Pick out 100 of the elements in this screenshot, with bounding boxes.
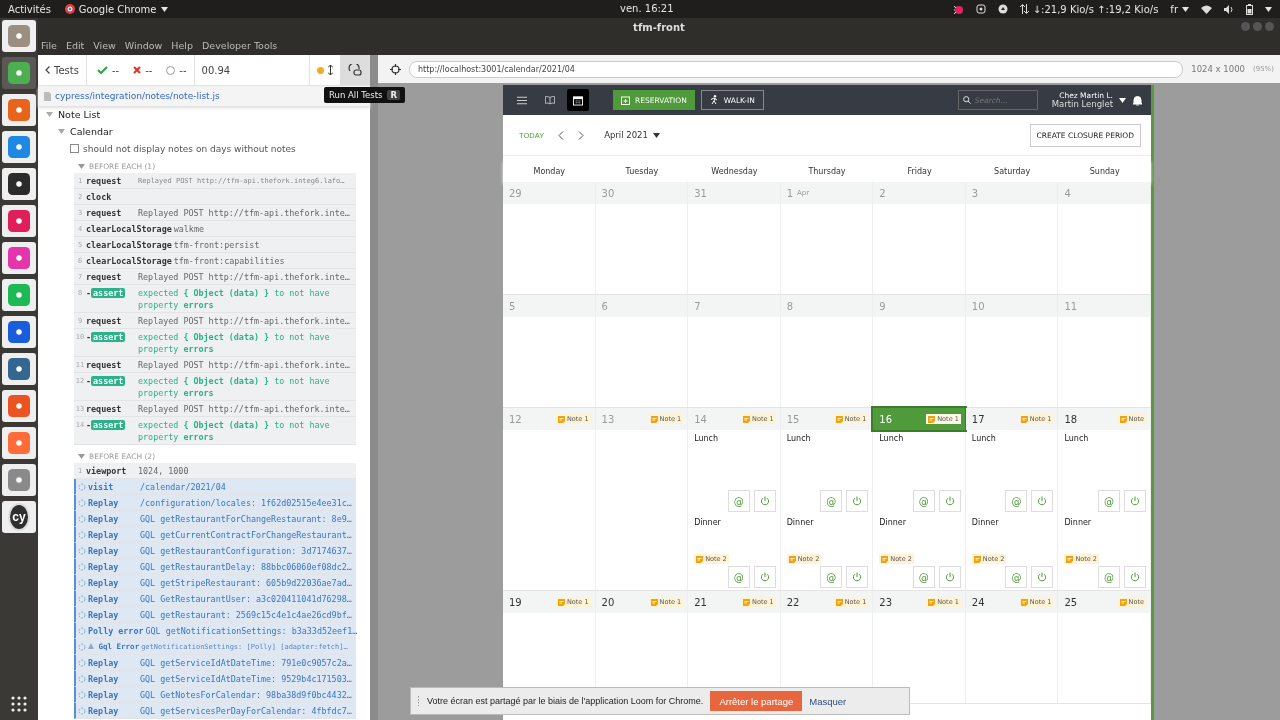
- bell-icon[interactable]: [1132, 94, 1143, 106]
- auto-scroll-icon[interactable]: [328, 65, 333, 75]
- command-row[interactable]: Replay GQL getRestaurant: 2569c15c4e1c4ae26cd9bf…: [74, 607, 356, 623]
- command-message: GQL getRestaurantDelay: 88bbc06060ef08dc2…: [140, 561, 353, 573]
- command-row[interactable]: Replay /configuration/locales: 1f62d02515e4ee31c…: [74, 495, 356, 511]
- power-button[interactable]: [938, 566, 961, 588]
- expand-caret-icon[interactable]: [58, 129, 65, 134]
- command-row[interactable]: Replay GQL getServicesPerDayForCalendar: 4fbfdc7…: [74, 703, 356, 719]
- bug-icon[interactable]: [952, 3, 964, 15]
- network-speed[interactable]: ↓:21,9 Kio/s ↑:19,2 Kio/s: [1032, 3, 1159, 15]
- command-row[interactable]: Replay GQL GetNotesForCalendar: 98ba38d9f0bc4432…: [74, 687, 356, 703]
- command-row[interactable]: Replay GQL getCurrentContractForChangeRestaurant…: [74, 527, 356, 543]
- selector-crosshair-icon[interactable]: [390, 63, 401, 75]
- command-row[interactable]: Replay GQL getServiceIdAtDateTime: 9529b4c171503…: [74, 671, 356, 687]
- command-row[interactable]: Replay GQL getRestaurantForChangeRestaurant: 8e9…: [74, 511, 356, 527]
- menu-item[interactable]: Window: [124, 40, 163, 51]
- power-button[interactable]: [1031, 566, 1054, 588]
- previous-button[interactable]: [558, 130, 565, 140]
- tooltip-text: Run All Tests: [329, 90, 383, 100]
- menu-item[interactable]: File: [41, 40, 57, 51]
- power-button[interactable]: [938, 490, 961, 512]
- run-all-button[interactable]: [340, 55, 370, 85]
- command-message: Replayed POST http://tfm-api.thefork.inte…: [138, 271, 351, 283]
- email-button[interactable]: @: [727, 566, 750, 588]
- tests-link[interactable]: Tests: [38, 55, 87, 85]
- view-button[interactable]: [567, 89, 589, 111]
- email-button[interactable]: @: [820, 566, 843, 588]
- chevron-left-icon: [558, 130, 565, 140]
- command-row[interactable]: Replay GQL getServiceIdAtDateTime: 791e0c9057c2a…: [74, 655, 356, 671]
- power-button[interactable]: [753, 490, 776, 512]
- power-button[interactable]: [846, 490, 869, 512]
- month-dropdown[interactable]: April 2021: [598, 129, 666, 141]
- square-icon[interactable]: [975, 4, 986, 14]
- spec-path-link[interactable]: cypress/integration/notes/note-list.js: [55, 91, 220, 101]
- back-chevron-icon: [45, 66, 50, 74]
- activities-button[interactable]: Activités: [8, 3, 51, 15]
- url-field[interactable]: http://localhost:3001/calendar/2021/04: [409, 60, 1184, 78]
- test-title[interactable]: should not display notes on days without notes: [83, 143, 296, 154]
- note-icon: [650, 598, 658, 606]
- command-message: tfm-front:capabilities: [173, 255, 286, 267]
- command-message: /calendar/2021/04: [140, 481, 227, 493]
- circle-icon[interactable]: [997, 4, 1008, 14]
- command-row[interactable]: visit /calendar/2021/04: [74, 479, 356, 495]
- app-menu[interactable]: Google Chrome: [64, 3, 168, 15]
- power-button[interactable]: [1124, 490, 1146, 512]
- email-button[interactable]: @: [1005, 490, 1028, 512]
- user-name[interactable]: Martin Lenglet: [1051, 100, 1113, 109]
- minimize-button[interactable]: [1241, 22, 1250, 31]
- caret-icon: [652, 132, 660, 138]
- email-button[interactable]: @: [1098, 490, 1120, 512]
- drag-handle-icon[interactable]: [417, 696, 420, 706]
- battery-icon[interactable]: [1246, 3, 1253, 15]
- command-row[interactable]: Replay GQL getStripeRestaurant: 605b9d22036ae7ad…: [74, 575, 356, 591]
- search-icon: [962, 96, 971, 104]
- command-row[interactable]: Replay GQL getRestaurantDelay: 88bbc06060ef08dc2…: [74, 559, 356, 575]
- email-button[interactable]: @: [820, 490, 843, 512]
- email-button[interactable]: @: [912, 566, 935, 588]
- power-icon: [944, 496, 955, 506]
- menu-item[interactable]: Help: [171, 40, 193, 51]
- file-icon: [44, 91, 51, 101]
- power-button[interactable]: [1031, 490, 1054, 512]
- email-button[interactable]: @: [727, 490, 750, 512]
- speaker-icon[interactable]: [1224, 4, 1234, 14]
- email-button[interactable]: @: [912, 490, 935, 512]
- app-grid-icon[interactable]: [11, 696, 27, 712]
- menu-item[interactable]: View: [93, 40, 116, 51]
- command-name: Replay: [88, 513, 120, 525]
- suite-title[interactable]: Calendar: [70, 126, 113, 137]
- maximize-button[interactable]: [1253, 22, 1262, 31]
- day-number: 11: [1064, 300, 1078, 312]
- day-number: 21: [694, 596, 707, 608]
- day-number: 16: [879, 413, 892, 425]
- service-name: Lunch: [694, 434, 720, 445]
- command-row[interactable]: Replay GQL GetRestaurantUser: a3c020411041d76298…: [74, 591, 356, 607]
- suite-title[interactable]: Note List: [58, 109, 101, 120]
- hide-link[interactable]: Masquer: [809, 695, 847, 707]
- command-name: Replay: [88, 657, 120, 669]
- caret-icon: [78, 453, 85, 459]
- language-menu[interactable]: fr: [1170, 3, 1189, 15]
- dock-item[interactable]: [2, 353, 36, 385]
- expand-caret-icon[interactable]: [78, 453, 85, 459]
- dock-item[interactable]: [2, 168, 36, 200]
- wifi-icon[interactable]: [1201, 4, 1212, 14]
- menu-item[interactable]: Edit: [65, 40, 85, 51]
- assert-tag: assert: [91, 420, 126, 430]
- dock-item[interactable]: cy: [2, 501, 36, 533]
- menu-item[interactable]: Developer Tools: [202, 40, 278, 51]
- command-row[interactable]: Polly error GQL getNotificationSettings: b3a33d52eef1…: [74, 623, 356, 639]
- power-button[interactable]: [753, 566, 776, 588]
- power-button[interactable]: [846, 566, 869, 588]
- power-button[interactable]: [1124, 566, 1146, 588]
- clock[interactable]: ven. 16:21: [620, 3, 674, 14]
- command-row[interactable]: Replay GQL getRestaurantConfiguration: 3d7174637…: [74, 543, 356, 559]
- email-button[interactable]: @: [1005, 566, 1028, 588]
- expand-caret-icon[interactable]: [78, 163, 85, 169]
- close-button[interactable]: [1265, 22, 1274, 31]
- next-button[interactable]: [578, 130, 585, 140]
- expand-caret-icon[interactable]: [46, 112, 53, 117]
- command-name: Replay: [88, 497, 120, 509]
- email-button[interactable]: @: [1098, 566, 1120, 588]
